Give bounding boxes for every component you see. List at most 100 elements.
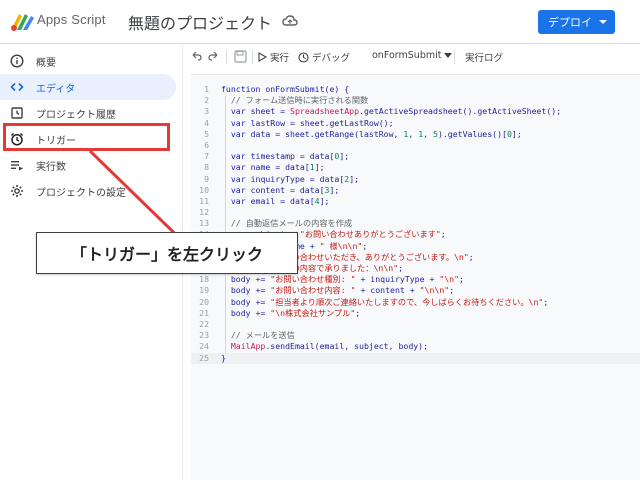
deploy-label: デプロイ bbox=[548, 16, 592, 29]
line-number: 7 bbox=[204, 151, 209, 162]
code-icon bbox=[10, 80, 24, 94]
undo-icon[interactable] bbox=[190, 50, 202, 62]
line-number: 12 bbox=[199, 207, 209, 218]
code-line[interactable]: 5 var data = sheet.getRange(lastRow, 1, … bbox=[191, 129, 640, 140]
instruction-callout: 「トリガー」を左クリック bbox=[36, 232, 298, 274]
line-number: 21 bbox=[199, 307, 209, 318]
code-line[interactable]: 18 body += "お問い合わせ種別: " + inquiryType + … bbox=[191, 274, 640, 285]
code-line[interactable]: 10 var content = data[3]; bbox=[191, 185, 640, 196]
project-title[interactable]: 無題のプロジェクト bbox=[128, 10, 272, 34]
code-text: MailApp.sendEmail(email, subject, body); bbox=[230, 341, 429, 352]
line-number: 9 bbox=[204, 173, 209, 184]
sidebar-item-overview[interactable]: 概要 bbox=[0, 48, 176, 74]
debug-label: デバッグ bbox=[312, 53, 351, 64]
code-line[interactable]: 6 bbox=[191, 140, 640, 151]
sidebar-item-label: 実行数 bbox=[36, 161, 66, 173]
code-line[interactable]: 11 var email = data[4]; bbox=[191, 196, 640, 207]
code-line[interactable]: 22 bbox=[191, 319, 640, 330]
code-line[interactable]: 2 // フォーム送信時に実行される関数 bbox=[191, 95, 640, 106]
line-number: 18 bbox=[199, 274, 209, 285]
code-line[interactable]: 24 MailApp.sendEmail(email, subject, bod… bbox=[191, 341, 640, 352]
app-header: Apps Script 無題のプロジェクト デプロイ bbox=[0, 0, 640, 44]
code-text: var lastRow = sheet.getLastRow(); bbox=[230, 117, 394, 128]
debug-button[interactable]: デバッグ bbox=[298, 50, 350, 64]
code-line[interactable]: 4 var lastRow = sheet.getLastRow(); bbox=[191, 118, 640, 129]
line-number: 23 bbox=[199, 330, 209, 341]
deploy-button[interactable]: デプロイ bbox=[538, 10, 615, 34]
run-label: 実行 bbox=[270, 53, 290, 64]
code-text: var inquiryType = data[2]; bbox=[230, 173, 360, 184]
line-number: 6 bbox=[204, 139, 209, 150]
sidebar-item-settings[interactable]: プロジェクトの設定 bbox=[0, 178, 176, 204]
code-text: var content = data[3]; bbox=[230, 184, 340, 195]
line-number: 3 bbox=[204, 106, 209, 117]
redo-icon[interactable] bbox=[208, 50, 220, 62]
code-text: var email = data[4]; bbox=[230, 195, 330, 206]
line-number: 25 bbox=[199, 352, 209, 363]
function-select-value: onFormSubmit bbox=[372, 50, 442, 61]
code-line[interactable]: 7 var timestamp = data[0]; bbox=[191, 151, 640, 162]
code-text: // 自動返信メールの内容を作成 bbox=[221, 218, 353, 229]
app-name[interactable]: Apps Script bbox=[37, 12, 106, 27]
info-icon bbox=[10, 54, 24, 68]
sidebar-item-label: プロジェクト履歴 bbox=[36, 109, 116, 121]
code-line[interactable]: 8 var name = data[1]; bbox=[191, 162, 640, 173]
editor-toolbar: 実行 デバッグ onFormSubmit 実行ログ bbox=[182, 44, 640, 70]
run-button[interactable]: 実行 bbox=[258, 50, 289, 64]
code-line[interactable]: 9 var inquiryType = data[2]; bbox=[191, 174, 640, 185]
code-lines[interactable]: 1 function onFormSubmit(e) {2 // フォーム送信時に… bbox=[191, 84, 640, 364]
code-text: var data = sheet.getRange(lastRow, 1, 1,… bbox=[230, 128, 522, 139]
line-number: 5 bbox=[204, 128, 209, 139]
line-number: 2 bbox=[204, 95, 209, 106]
code-text: // メールを送信 bbox=[221, 330, 295, 341]
code-line[interactable]: 12 bbox=[191, 207, 640, 218]
code-text: } bbox=[221, 352, 226, 363]
line-number: 24 bbox=[199, 341, 209, 352]
chevron-down-icon bbox=[599, 20, 607, 24]
toolbar-divider bbox=[252, 50, 253, 64]
code-text: body += "お問い合わせ種別: " + inquiryType + "\n… bbox=[221, 274, 464, 285]
execution-log-label: 実行ログ bbox=[465, 53, 504, 64]
code-text: function onFormSubmit(e) { bbox=[221, 84, 350, 94]
save-icon[interactable] bbox=[234, 50, 247, 63]
line-number: 20 bbox=[199, 296, 209, 307]
sidebar-item-executions[interactable]: 実行数 bbox=[0, 152, 176, 178]
code-text: // フォーム送信時に実行される関数 bbox=[221, 95, 369, 106]
code-line[interactable]: 3 var sheet = SpreadsheetApp.getActiveSp… bbox=[191, 106, 640, 117]
chevron-down-icon bbox=[444, 52, 453, 58]
code-text: var name = data[1]; bbox=[230, 162, 325, 173]
line-number: 19 bbox=[199, 285, 209, 296]
sidebar-item-editor[interactable]: エディタ bbox=[0, 74, 176, 100]
line-number: 8 bbox=[204, 162, 209, 173]
execution-log-button[interactable]: 実行ログ bbox=[465, 50, 503, 64]
line-number: 10 bbox=[199, 184, 209, 195]
code-line[interactable]: 13 // 自動返信メールの内容を作成 bbox=[191, 218, 640, 229]
code-line[interactable]: 25} bbox=[191, 352, 640, 364]
sidebar-item-label: プロジェクトの設定 bbox=[36, 187, 126, 199]
line-number: 1 bbox=[204, 84, 209, 94]
sidebar-item-label: エディタ bbox=[36, 83, 76, 95]
code-text: var timestamp = data[0]; bbox=[230, 151, 350, 162]
code-text: body += "\n株式会社サンプル"; bbox=[221, 307, 361, 318]
callout-text: 「トリガー」を左クリック bbox=[70, 245, 263, 264]
line-number: 11 bbox=[199, 195, 209, 206]
trigger-highlight-box bbox=[3, 123, 170, 151]
line-number: 22 bbox=[199, 318, 209, 329]
code-text: body += "担当者より順次ご連絡いたしますので、今しばらくお待ちください。… bbox=[221, 296, 549, 307]
code-text: var sheet = SpreadsheetApp.getActiveSpre… bbox=[230, 106, 562, 117]
sidebar-item-label: 概要 bbox=[36, 57, 56, 69]
list-play-icon bbox=[10, 158, 24, 172]
play-icon bbox=[258, 52, 267, 62]
line-number: 13 bbox=[199, 218, 209, 229]
code-text: body += "お問い合わせ内容: " + content + "\n\n"; bbox=[221, 285, 455, 296]
code-line[interactable]: 19 body += "お問い合わせ内容: " + content + "\n\… bbox=[191, 285, 640, 296]
apps-script-logo-icon bbox=[11, 14, 34, 31]
line-number: 4 bbox=[204, 117, 209, 128]
gear-icon bbox=[10, 184, 24, 198]
code-line[interactable]: 23 // メールを送信 bbox=[191, 330, 640, 341]
code-line[interactable]: 20 body += "担当者より順次ご連絡いたしますので、今しばらくお待ちくだ… bbox=[191, 297, 640, 308]
function-select[interactable]: onFormSubmit bbox=[372, 50, 453, 61]
code-line[interactable]: 21 body += "\n株式会社サンプル"; bbox=[191, 308, 640, 319]
code-line[interactable]: 1 function onFormSubmit(e) { bbox=[191, 84, 640, 95]
toolbar-divider bbox=[454, 50, 455, 64]
